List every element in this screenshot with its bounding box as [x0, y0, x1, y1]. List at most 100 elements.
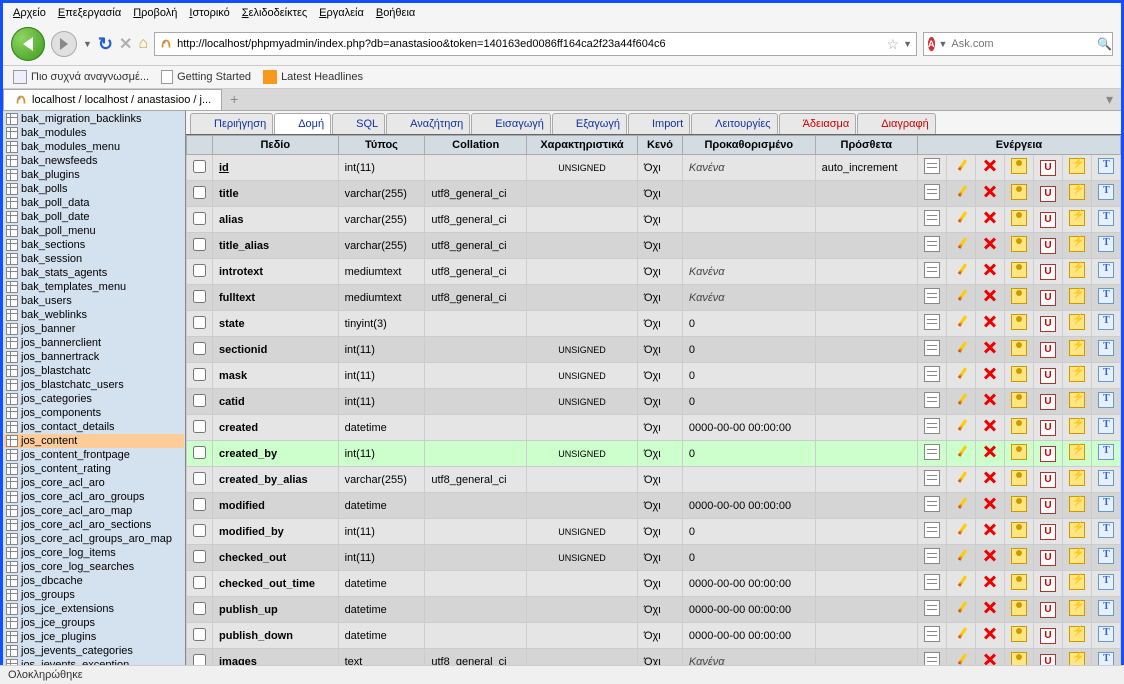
pma-tab-Λειτουργίες[interactable]: Λειτουργίες: [691, 113, 777, 134]
sidebar-item-jos_banner[interactable]: jos_banner: [4, 322, 184, 336]
browse-icon[interactable]: [924, 288, 940, 304]
unique-icon[interactable]: U: [1040, 212, 1056, 228]
primary-key-icon[interactable]: [1011, 418, 1027, 434]
primary-key-icon[interactable]: [1011, 496, 1027, 512]
fulltext-icon[interactable]: [1098, 444, 1114, 460]
edit-icon[interactable]: [953, 418, 969, 434]
fulltext-icon[interactable]: [1098, 340, 1114, 356]
row-checkbox[interactable]: [193, 238, 206, 251]
sidebar-item-bak_poll_date[interactable]: bak_poll_date: [4, 210, 184, 224]
delete-icon[interactable]: [982, 184, 998, 200]
index-icon[interactable]: [1069, 210, 1085, 226]
sidebar-item-jos_components[interactable]: jos_components: [4, 406, 184, 420]
unique-icon[interactable]: U: [1040, 186, 1056, 202]
browse-icon[interactable]: [924, 314, 940, 330]
primary-key-icon[interactable]: [1011, 210, 1027, 226]
edit-icon[interactable]: [953, 626, 969, 642]
browse-icon[interactable]: [924, 522, 940, 538]
sidebar-item-bak_migration_backlinks[interactable]: bak_migration_backlinks: [4, 112, 184, 126]
tab-list-button[interactable]: ▾: [1098, 89, 1121, 110]
index-icon[interactable]: [1069, 366, 1085, 382]
fulltext-icon[interactable]: [1098, 392, 1114, 408]
unique-icon[interactable]: U: [1040, 264, 1056, 280]
edit-icon[interactable]: [953, 392, 969, 408]
primary-key-icon[interactable]: [1011, 392, 1027, 408]
menu-Σελιδοδείκτες[interactable]: Σελιδοδείκτες: [242, 7, 307, 19]
unique-icon[interactable]: U: [1040, 550, 1056, 566]
row-checkbox[interactable]: [193, 212, 206, 225]
delete-icon[interactable]: [982, 522, 998, 538]
index-icon[interactable]: [1069, 444, 1085, 460]
url-input[interactable]: [177, 38, 882, 50]
sidebar-item-jos_core_acl_aro[interactable]: jos_core_acl_aro: [4, 476, 184, 490]
unique-icon[interactable]: U: [1040, 368, 1056, 384]
pma-tab-SQL[interactable]: SQL: [332, 113, 385, 134]
delete-icon[interactable]: [982, 600, 998, 616]
sidebar-item-bak_stats_agents[interactable]: bak_stats_agents: [4, 266, 184, 280]
edit-icon[interactable]: [953, 262, 969, 278]
search-input[interactable]: [951, 38, 1093, 50]
delete-icon[interactable]: [982, 314, 998, 330]
edit-icon[interactable]: [953, 366, 969, 382]
index-icon[interactable]: [1069, 288, 1085, 304]
browse-icon[interactable]: [924, 184, 940, 200]
sidebar-item-jos_contact_details[interactable]: jos_contact_details: [4, 420, 184, 434]
row-checkbox[interactable]: [193, 576, 206, 589]
row-checkbox[interactable]: [193, 394, 206, 407]
sidebar-item-bak_poll_data[interactable]: bak_poll_data: [4, 196, 184, 210]
row-checkbox[interactable]: [193, 498, 206, 511]
row-checkbox[interactable]: [193, 342, 206, 355]
url-dropdown-icon[interactable]: ▼: [903, 39, 912, 49]
primary-key-icon[interactable]: [1011, 522, 1027, 538]
url-bar[interactable]: ☆ ▼: [154, 32, 917, 56]
index-icon[interactable]: [1069, 626, 1085, 642]
index-icon[interactable]: [1069, 262, 1085, 278]
sidebar-item-jos_core_log_items[interactable]: jos_core_log_items: [4, 546, 184, 560]
edit-icon[interactable]: [953, 184, 969, 200]
row-checkbox[interactable]: [193, 420, 206, 433]
browse-icon[interactable]: [924, 236, 940, 252]
primary-key-icon[interactable]: [1011, 366, 1027, 382]
index-icon[interactable]: [1069, 418, 1085, 434]
pma-tab-Εισαγωγή[interactable]: Εισαγωγή: [471, 113, 551, 134]
primary-key-icon[interactable]: [1011, 184, 1027, 200]
unique-icon[interactable]: U: [1040, 498, 1056, 514]
row-checkbox[interactable]: [193, 524, 206, 537]
back-button[interactable]: [11, 27, 45, 61]
sidebar-item-jos_content_rating[interactable]: jos_content_rating: [4, 462, 184, 476]
index-icon[interactable]: [1069, 574, 1085, 590]
fulltext-icon[interactable]: [1098, 262, 1114, 278]
primary-key-icon[interactable]: [1011, 548, 1027, 564]
delete-icon[interactable]: [982, 496, 998, 512]
sidebar-item-bak_poll_menu[interactable]: bak_poll_menu: [4, 224, 184, 238]
search-engine-dropdown[interactable]: ▼: [939, 39, 948, 49]
index-icon[interactable]: [1069, 548, 1085, 564]
browse-icon[interactable]: [924, 340, 940, 356]
fulltext-icon[interactable]: [1098, 626, 1114, 642]
search-box[interactable]: A ▼ 🔍: [923, 32, 1113, 56]
fulltext-icon[interactable]: [1098, 184, 1114, 200]
sidebar-item-jos_groups[interactable]: jos_groups: [4, 588, 184, 602]
sidebar-item-jos_content_frontpage[interactable]: jos_content_frontpage: [4, 448, 184, 462]
primary-key-icon[interactable]: [1011, 600, 1027, 616]
pma-tab-Δομή[interactable]: Δομή: [274, 113, 331, 134]
fulltext-icon[interactable]: [1098, 574, 1114, 590]
pma-tab-Import[interactable]: Import: [628, 113, 690, 134]
sidebar-item-jos_jce_plugins[interactable]: jos_jce_plugins: [4, 630, 184, 644]
primary-key-icon[interactable]: [1011, 314, 1027, 330]
stop-button[interactable]: ✕: [119, 34, 132, 54]
browse-icon[interactable]: [924, 444, 940, 460]
index-icon[interactable]: [1069, 522, 1085, 538]
row-checkbox[interactable]: [193, 472, 206, 485]
fulltext-icon[interactable]: [1098, 314, 1114, 330]
unique-icon[interactable]: U: [1040, 316, 1056, 332]
primary-key-icon[interactable]: [1011, 340, 1027, 356]
delete-icon[interactable]: [982, 548, 998, 564]
delete-icon[interactable]: [982, 158, 998, 174]
edit-icon[interactable]: [953, 470, 969, 486]
bookmark-most-visited[interactable]: Πιο συχνά αναγνωσμέ...: [13, 70, 149, 84]
browse-icon[interactable]: [924, 574, 940, 590]
delete-icon[interactable]: [982, 574, 998, 590]
bookmark-getting-started[interactable]: Getting Started: [161, 70, 251, 84]
index-icon[interactable]: [1069, 184, 1085, 200]
